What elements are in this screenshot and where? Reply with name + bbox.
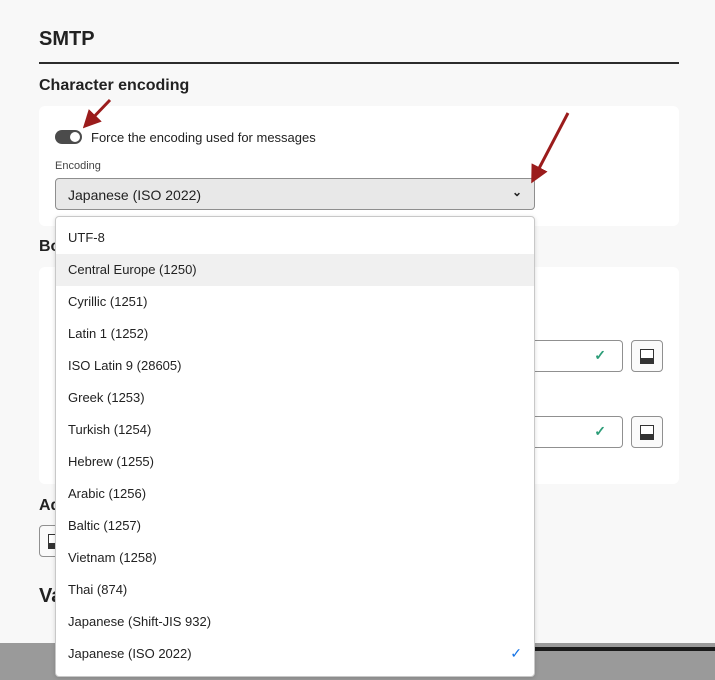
annotation-arrow-toggle: [82, 98, 112, 129]
annotation-arrow-select: [531, 112, 570, 184]
annotation-arrows: [82, 98, 570, 184]
